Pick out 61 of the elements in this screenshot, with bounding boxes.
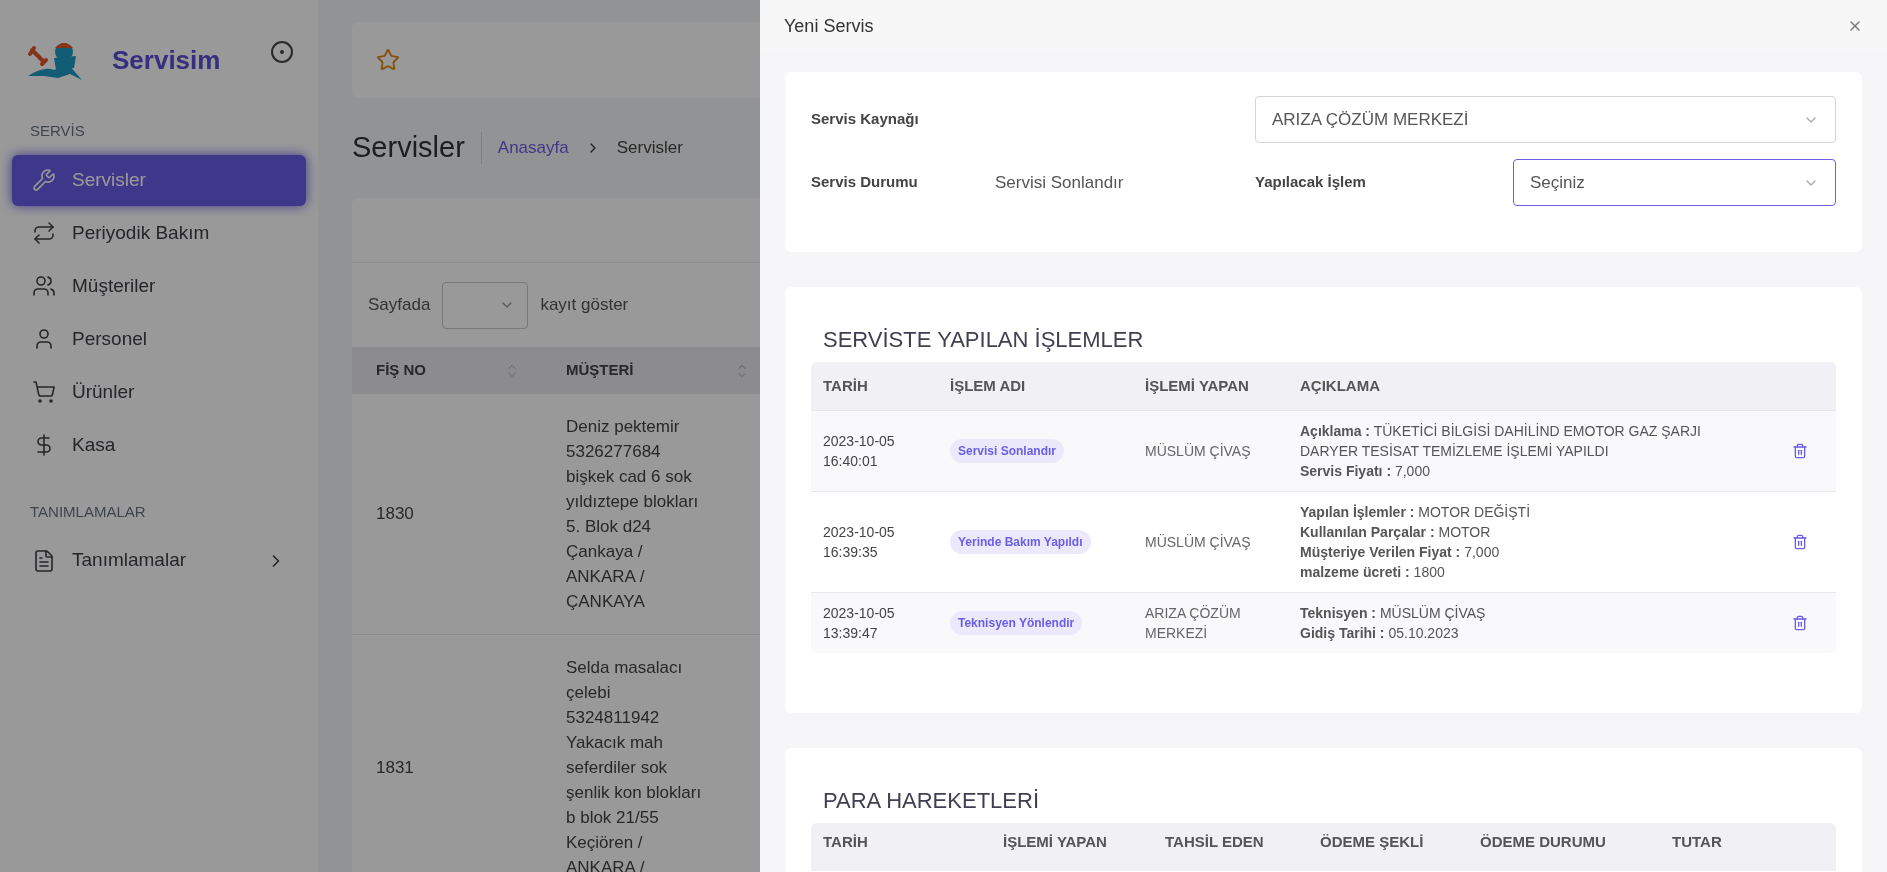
brand-name: Servisim — [112, 43, 221, 77]
field-label: Servis Kaynağı — [811, 109, 920, 130]
table-cell-text: Açıklama : TÜKETİCİ BİLGİSİ DAHİLİND EMOTOR GAZ ŞARJI DARYER TESİSAT TEMİZLEME İŞLEMİ YAPILDI Servis Fiyatı : 7,000 — [1299, 422, 1702, 481]
field-label: Servis Durumu — [811, 172, 919, 193]
column-header: ÖDEME DURUMU — [1479, 832, 1607, 852]
breadcrumb-current: Servisler — [616, 137, 683, 160]
column-header: ÖDEME ŞEKLİ — [1319, 832, 1425, 852]
delete-icon[interactable] — [1792, 534, 1808, 550]
column-header: AÇIKLAMA — [1299, 375, 1381, 396]
sidebar-toggle-icon[interactable] — [270, 40, 294, 64]
column-header: TAHSİL EDEN — [1164, 832, 1265, 852]
sidebar-item[interactable]: Tanımlamalar — [12, 535, 306, 586]
field-label: Yapılacak İşlem — [1255, 172, 1367, 193]
table-cell-text: 2023-10-05 16:39:35 — [822, 523, 896, 562]
delete-icon[interactable] — [1792, 615, 1808, 631]
status-badge: Servisi Sonlandır — [950, 439, 1065, 463]
document-icon — [32, 548, 56, 573]
table-cell-text: MÜSLÜM ÇİVAŞ — [1144, 442, 1252, 461]
section-title: SERVİS — [29, 121, 86, 141]
users-icon — [32, 274, 56, 298]
table-cell-text: Yapılan İşlemler : MOTOR DEĞİŞTİ Kullanılan Parçalar : MOTOR Müşteriye Verilen Fiyat : 7,000 malzeme ücreti : 1800 — [1299, 503, 1532, 582]
source-select[interactable]: ARIZA ÇÖZÜM MERKEZİ — [1255, 96, 1836, 143]
length-prefix: Sayfada — [368, 294, 431, 317]
column-header: TUTAR — [1671, 832, 1723, 852]
panel-title: Yeni Servis — [784, 14, 874, 38]
sidebar-item[interactable]: Müşteriler — [12, 260, 306, 312]
table-cell-text: Deniz pektemir 5326277684 bişkek cad 6 sok yıldıztepe blokları 5. Blok d24 Çankaya / ANKARA / ÇANKAYA — [565, 416, 700, 613]
star-icon[interactable] — [376, 48, 400, 72]
table-cell-text: Teknisyen : MÜSLÜM ÇİVAŞ Gidiş Tarihi : 05.10.2023 — [1299, 604, 1487, 643]
cart-icon — [32, 380, 56, 404]
table-cell-text: 1830 — [375, 503, 415, 526]
delete-icon[interactable] — [1792, 443, 1808, 459]
column-header: İŞLEMİ YAPAN — [1002, 832, 1108, 852]
sidebar-item[interactable]: Kasa — [12, 419, 306, 471]
sidebar-item[interactable]: Periyodik Bakım — [12, 207, 306, 259]
column-header: TARİH — [822, 375, 869, 396]
table-cell-text: MÜSLÜM ÇİVAŞ — [1144, 533, 1252, 552]
breadcrumb-link[interactable]: Anasayfa — [497, 135, 569, 161]
section-heading: PARA HAREKETLERİ — [822, 787, 1040, 815]
table-cell-text: 2023-10-05 16:40:01 — [822, 432, 896, 471]
column-header: İŞLEMİ YAPAN — [1144, 375, 1250, 396]
status-value: Servisi Sonlandır — [995, 171, 1125, 194]
action-select[interactable]: Seçiniz — [1513, 159, 1836, 206]
sidebar-item[interactable]: Servisler — [12, 154, 306, 206]
section-title: TANIMLAMALAR — [29, 501, 147, 522]
status-badge: Teknisyen Yönlendir — [950, 611, 1083, 635]
wrench-icon — [32, 168, 56, 192]
table-cell-text: 1831 — [375, 756, 415, 779]
repeat-icon — [32, 221, 56, 245]
table-cell-text: 2023-10-05 13:39:47 — [822, 604, 896, 643]
sidebar-item[interactable]: Ürünler — [12, 366, 306, 418]
length-suffix: kayıt göster — [540, 294, 629, 317]
sidebar-item[interactable]: Personel — [12, 313, 306, 365]
column-header[interactable]: FİŞ NO — [376, 359, 426, 382]
column-header[interactable]: MÜŞTERİ — [566, 359, 634, 382]
column-header: İŞLEM ADI — [949, 375, 1027, 396]
column-header: TARİH — [822, 832, 869, 852]
section-heading: SERVİSTE YAPILAN İŞLEMLER — [822, 326, 1145, 354]
status-badge: Yerinde Bakım Yapıldı — [950, 530, 1091, 554]
page-title: Servisler — [352, 130, 465, 166]
table-cell-text: ARIZA ÇÖZÜM MERKEZİ — [1144, 604, 1242, 643]
